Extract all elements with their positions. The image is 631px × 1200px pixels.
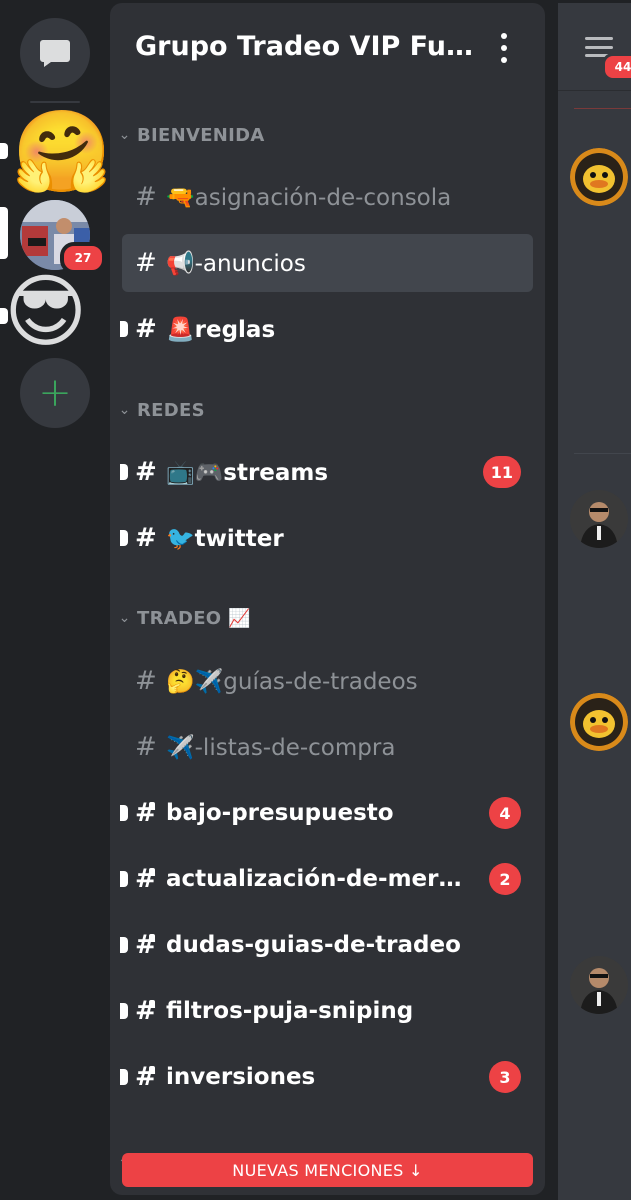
avatar[interactable]: [570, 693, 628, 751]
rail-separator: [30, 101, 80, 103]
channel-label: 📢-anuncios: [166, 250, 306, 277]
hash-icon: #: [135, 457, 157, 487]
channel-label: 🤔✈️guías-de-tradeos: [166, 668, 418, 695]
mention-badge: 2: [489, 863, 521, 895]
category-bienvenida[interactable]: ⌄ BIENVENIDA: [110, 120, 545, 150]
duck-avatar-icon: [570, 148, 628, 206]
channel-label: 📺🎮streams: [166, 459, 329, 486]
category-label: REDES: [137, 399, 205, 421]
channel-inversiones[interactable]: # inversiones 3: [120, 1048, 533, 1106]
sunglasses-emoji: 😎: [4, 265, 88, 358]
channel-sidebar: Grupo Tradeo VIP FutAr... ⌄ BIENVENIDA #…: [110, 3, 545, 1195]
server-unread-indicator: [0, 143, 8, 159]
avatar[interactable]: [570, 148, 628, 206]
mention-badge: 11: [482, 456, 521, 488]
direct-messages-button[interactable]: [20, 18, 90, 88]
channel-bajo-presupuesto[interactable]: # bajo-presupuesto 4: [120, 784, 533, 842]
category-label: TRADEO 📈: [137, 607, 251, 629]
channel-asignacion-de-consola[interactable]: # 🔫asignación-de-consola: [122, 168, 533, 226]
avatar[interactable]: [570, 490, 628, 548]
channel-twitter[interactable]: # 🐦twitter: [120, 509, 533, 567]
mention-badge: 4: [489, 797, 521, 829]
new-mentions-button[interactable]: NUEVAS MENCIONES ↓: [122, 1153, 533, 1187]
category-tradeo[interactable]: ⌄ TRADEO 📈: [110, 603, 545, 633]
channel-guias-de-tradeos[interactable]: # 🤔✈️guías-de-tradeos: [122, 652, 533, 710]
channel-label: bajo-presupuesto: [166, 800, 394, 826]
chevron-down-icon: ⌄: [118, 402, 131, 418]
channel-label: inversiones: [166, 1064, 316, 1090]
mention-badge: 3: [489, 1061, 521, 1093]
channel-label: ✈️-listas-de-compra: [166, 734, 396, 761]
channel-filtros-puja-sniping[interactable]: # filtros-puja-sniping: [120, 982, 533, 1040]
plus-icon: +: [38, 370, 72, 416]
person-avatar-icon: [570, 490, 628, 548]
guild-rail: 27 🤗 😎 +: [0, 0, 112, 1200]
chat-header: 44: [558, 3, 631, 91]
channel-label: actualización-de-merc...: [166, 866, 466, 892]
person-avatar-icon: [570, 956, 628, 1014]
hash-icon: #: [135, 182, 157, 212]
hash-icon: #: [135, 248, 157, 278]
chevron-down-icon: ⌄: [118, 610, 131, 626]
channel-label: filtros-puja-sniping: [166, 998, 414, 1024]
more-options-icon[interactable]: [494, 33, 514, 63]
channel-streams[interactable]: # 📺🎮streams 11: [120, 443, 533, 501]
locked-hash-icon: #: [122, 996, 166, 1026]
chevron-down-icon: ⌄: [118, 127, 131, 143]
new-messages-divider: [574, 108, 631, 109]
locked-hash-icon: #: [122, 798, 166, 828]
server-header[interactable]: Grupo Tradeo VIP FutAr...: [110, 3, 545, 93]
message-divider: [574, 453, 631, 454]
channel-listas-de-compra[interactable]: # ✈️-listas-de-compra: [122, 718, 533, 776]
chat-bubble-icon: [40, 40, 70, 67]
avatar[interactable]: [570, 956, 628, 1014]
duck-avatar-icon: [570, 693, 628, 751]
hash-icon: #: [135, 666, 157, 696]
member-list-badge: 44: [602, 53, 631, 81]
channel-label: 🔫asignación-de-consola: [166, 184, 452, 211]
channel-reglas[interactable]: # 🚨reglas: [120, 300, 533, 358]
hugging-emoji: 🤗: [12, 105, 112, 198]
locked-hash-icon: #: [122, 864, 166, 894]
chat-peek-panel: 44: [558, 3, 631, 1200]
hash-icon: #: [135, 732, 157, 762]
new-mentions-label: NUEVAS MENCIONES ↓: [232, 1160, 423, 1180]
server-selected-indicator: [0, 207, 8, 259]
discord-app: 27 🤗 😎 + Grupo Tradeo VIP FutAr... ⌄ BIE…: [0, 0, 631, 1200]
channel-label: 🐦twitter: [166, 525, 284, 552]
channel-label: 🚨reglas: [166, 316, 276, 343]
channel-actualizacion-de-mercado[interactable]: # actualización-de-merc... 2: [120, 850, 533, 908]
locked-hash-icon: #: [122, 1062, 166, 1092]
locked-hash-icon: #: [122, 930, 166, 960]
category-label: BIENVENIDA: [137, 124, 265, 146]
channel-anuncios[interactable]: # 📢-anuncios: [122, 234, 533, 292]
channel-dudas-guias-de-tradeo[interactable]: # dudas-guias-de-tradeo: [120, 916, 533, 974]
hash-icon: #: [135, 523, 157, 553]
server-name: Grupo Tradeo VIP FutAr...: [135, 31, 480, 62]
channel-label: dudas-guias-de-tradeo: [166, 932, 461, 958]
hash-icon: #: [135, 314, 157, 344]
category-redes[interactable]: ⌄ REDES: [110, 395, 545, 425]
add-server-button[interactable]: +: [20, 358, 90, 428]
